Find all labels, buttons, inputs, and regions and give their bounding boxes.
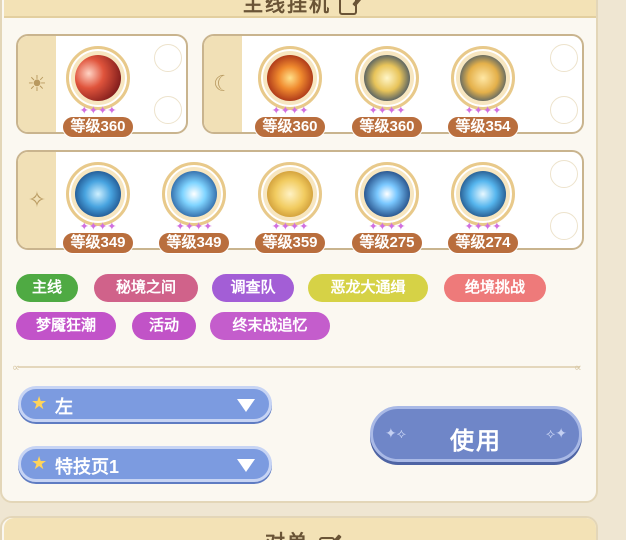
chevron-down-icon bbox=[237, 399, 255, 412]
skill-stars: ✦✦✦✦ bbox=[175, 221, 213, 233]
skill-slot[interactable]: ✦✦✦✦ 等级275 bbox=[345, 156, 429, 256]
skill-icon bbox=[364, 55, 410, 101]
skill-stars: ✦✦✦✦ bbox=[79, 105, 117, 117]
star-icon: ★ bbox=[31, 453, 48, 473]
chevron-down-icon bbox=[237, 459, 255, 472]
skill-slot[interactable]: ✦✦✦✦ 等级360 bbox=[56, 40, 140, 140]
skill-slot[interactable]: ✦✦✦✦ 等级359 bbox=[248, 156, 332, 256]
skill-level-badge: 等级275 bbox=[351, 232, 423, 254]
skill-icon bbox=[75, 55, 121, 101]
use-button[interactable]: ✦⟡ 使用 ⟡✦ bbox=[370, 406, 582, 462]
skill-level-badge: 等级349 bbox=[158, 232, 230, 254]
skill-slot[interactable]: ✦✦✦✦ 等级360 bbox=[345, 40, 429, 140]
tag-0[interactable]: 主线 bbox=[16, 274, 78, 302]
sparkle-icon: ✧ bbox=[18, 152, 56, 248]
config-panel-header: 对单 bbox=[4, 518, 596, 540]
skill-frame bbox=[355, 162, 419, 226]
skill-frame bbox=[162, 162, 226, 226]
skill-frame bbox=[66, 162, 130, 226]
tag-7[interactable]: 终末战追忆 bbox=[210, 312, 330, 340]
skill-level-badge: 等级360 bbox=[254, 116, 326, 138]
skill-icon bbox=[364, 171, 410, 217]
skill-slot[interactable]: ✦✦✦✦ 等级354 bbox=[441, 40, 525, 140]
skill-level-badge: 等级274 bbox=[447, 232, 519, 254]
divider bbox=[18, 366, 580, 368]
divider-end-right: ∝ bbox=[574, 362, 582, 374]
decoration: ⟡✦ bbox=[546, 425, 567, 441]
position-dropdown[interactable]: ★ 左 bbox=[18, 386, 272, 422]
tag-2[interactable]: 调查队 bbox=[212, 274, 294, 302]
skill-frame bbox=[355, 46, 419, 110]
decoration bbox=[146, 36, 186, 132]
skill-slot[interactable]: ✦✦✦✦ 等级349 bbox=[152, 156, 236, 256]
config-panel-title: 对单 bbox=[4, 526, 596, 540]
skill-icon bbox=[460, 171, 506, 217]
decoration bbox=[542, 152, 582, 248]
tag-5[interactable]: 梦魇狂潮 bbox=[16, 312, 116, 340]
star-icon: ★ bbox=[31, 393, 48, 413]
skill-frame bbox=[258, 46, 322, 110]
skill-icon bbox=[75, 171, 121, 217]
skill-stars: ✦✦✦✦ bbox=[464, 221, 502, 233]
skill-icon bbox=[267, 55, 313, 101]
panel-header: 主线挂机 bbox=[4, 0, 596, 18]
skill-stars: ✦✦✦✦ bbox=[368, 105, 406, 117]
tag-1[interactable]: 秘境之间 bbox=[94, 274, 198, 302]
skill-frame bbox=[451, 162, 515, 226]
skill-stars: ✦✦✦✦ bbox=[271, 221, 309, 233]
tag-4[interactable]: 绝境挑战 bbox=[444, 274, 546, 302]
skill-stars: ✦✦✦✦ bbox=[464, 105, 502, 117]
skill-slot[interactable]: ✦✦✦✦ 等级349 bbox=[56, 156, 140, 256]
moon-icon: ☾ bbox=[204, 36, 242, 132]
skill-slot[interactable]: ✦✦✦✦ 等级360 bbox=[248, 40, 332, 140]
skill-stars: ✦✦✦✦ bbox=[79, 221, 117, 233]
skill-icon bbox=[267, 171, 313, 217]
decoration bbox=[542, 36, 582, 132]
skill-frame bbox=[258, 162, 322, 226]
skill-level-badge: 等级359 bbox=[254, 232, 326, 254]
tag-6[interactable]: 活动 bbox=[132, 312, 196, 340]
skill-stars: ✦✦✦✦ bbox=[271, 105, 309, 117]
skill-level-badge: 等级360 bbox=[351, 116, 423, 138]
config-panel: 对单 bbox=[0, 516, 598, 540]
sun-icon: ☀ bbox=[18, 36, 56, 132]
position-value: 左 bbox=[55, 397, 73, 417]
skill-page-value: 特技页1 bbox=[55, 457, 120, 477]
skill-frame bbox=[66, 46, 130, 110]
skill-slot[interactable]: ✦✦✦✦ 等级274 bbox=[441, 156, 525, 256]
panel-title: 主线挂机 bbox=[4, 0, 596, 17]
skill-frame bbox=[451, 46, 515, 110]
skill-level-badge: 等级360 bbox=[62, 116, 134, 138]
tag-3[interactable]: 恶龙大通缉 bbox=[308, 274, 428, 302]
skill-level-badge: 等级349 bbox=[62, 232, 134, 254]
skill-stars: ✦✦✦✦ bbox=[368, 221, 406, 233]
skill-level-badge: 等级354 bbox=[447, 116, 519, 138]
divider-end-left: ∝ bbox=[12, 362, 20, 374]
skill-icon bbox=[171, 171, 217, 217]
edit-icon[interactable] bbox=[339, 0, 357, 15]
skill-icon bbox=[460, 55, 506, 101]
skill-page-dropdown[interactable]: ★ 特技页1 bbox=[18, 446, 272, 482]
